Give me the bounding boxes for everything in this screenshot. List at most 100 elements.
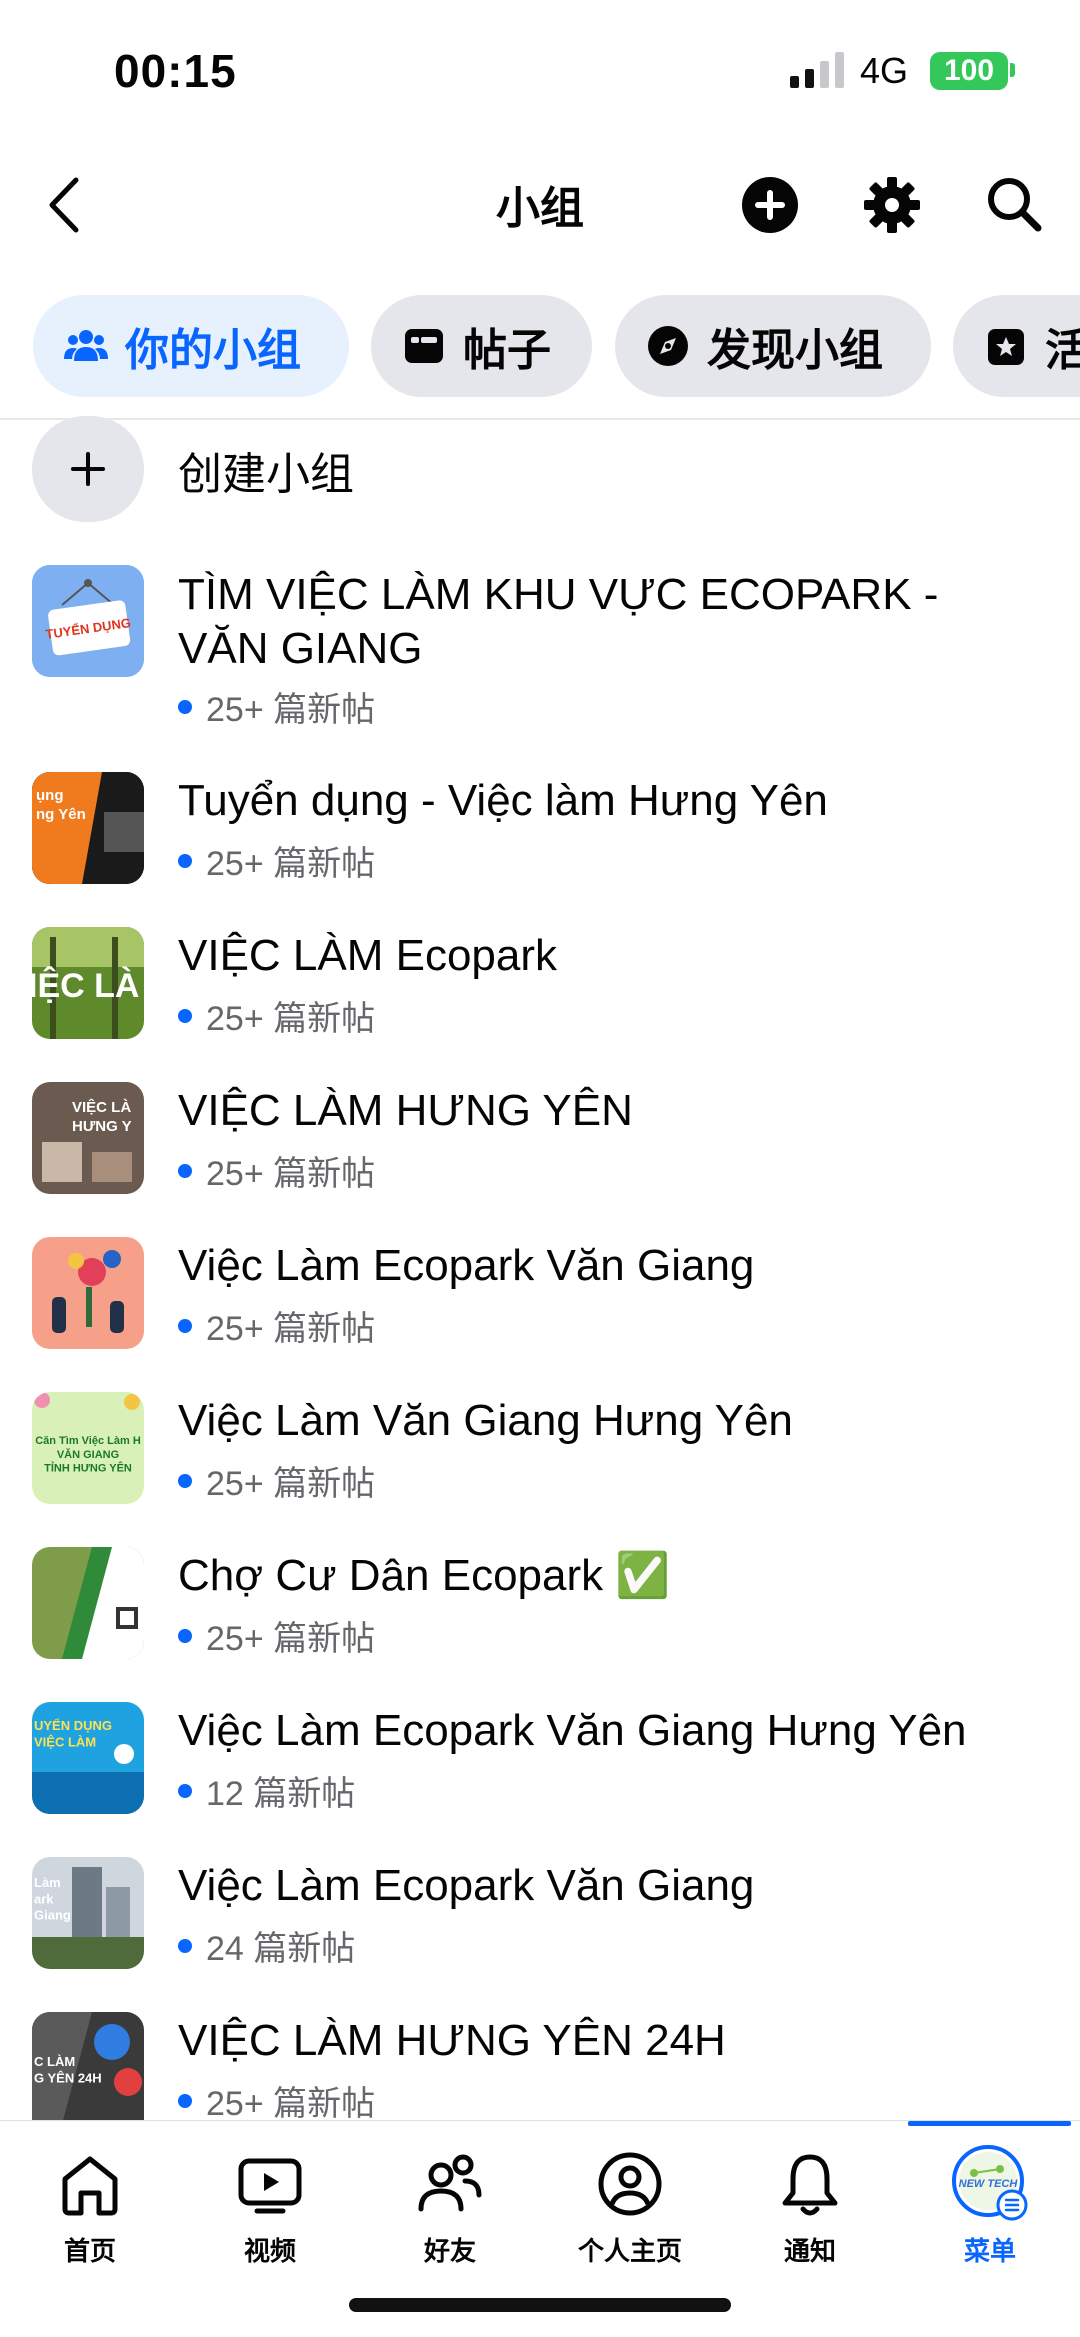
status-bar: 00:15 4G 100 bbox=[0, 0, 1080, 140]
unread-dot bbox=[178, 853, 192, 868]
create-group-row[interactable]: 创建小组 bbox=[0, 416, 1080, 522]
new-posts-count: 25+ 篇新帖 bbox=[178, 991, 375, 1040]
unread-dot bbox=[178, 1783, 192, 1798]
cellular-signal-icon bbox=[790, 52, 844, 88]
group-item[interactable]: Chợ Cư Dân Ecopark ✅ 25+ 篇新帖 bbox=[0, 1545, 1080, 1675]
unread-dot bbox=[178, 1628, 192, 1643]
thumb-text: IỆC LÀ bbox=[32, 967, 139, 1005]
nav-home[interactable]: 首页 bbox=[0, 2121, 180, 2321]
jobs-collage-image: VIỆC LÀ HƯNG Y bbox=[32, 1082, 144, 1194]
group-name: VIỆC LÀM HƯNG YÊN bbox=[178, 1086, 633, 1135]
group-thumbnail: C LÀM G YÊN 24H bbox=[32, 2012, 144, 2120]
posts-label: 25+ 篇新帖 bbox=[206, 1465, 376, 1503]
home-icon bbox=[62, 2156, 118, 2216]
tab-discover[interactable]: 发现小组 bbox=[615, 295, 931, 397]
group-tabs: 你的小组 帖子 发现小组 活 bbox=[0, 295, 1080, 397]
group-thumbnail: ụng ng Yên bbox=[32, 772, 144, 884]
avatar-text: NEW TECH bbox=[959, 2178, 1019, 2190]
market-image bbox=[32, 1547, 144, 1659]
posts-label: 25+ 篇新帖 bbox=[206, 1310, 376, 1348]
hiring-banner-image: ụng ng Yên bbox=[32, 772, 144, 884]
group-item[interactable]: Việc Làm Ecopark Văn Giang 25+ 篇新帖 bbox=[0, 1235, 1080, 1365]
group-thumbnail: Làm ark Giang bbox=[32, 1857, 144, 1969]
bell-icon bbox=[782, 2154, 838, 2216]
group-item[interactable]: C LÀM G YÊN 24H VIỆC LÀM HƯNG YÊN 24H 25+… bbox=[0, 2010, 1080, 2120]
new-posts-count: 25+ 篇新帖 bbox=[178, 2076, 375, 2120]
group-thumbnail: VIỆC LÀ HƯNG Y bbox=[32, 1082, 144, 1194]
nav-notifications[interactable]: 通知 bbox=[720, 2121, 900, 2321]
tab-your-groups[interactable]: 你的小组 bbox=[33, 295, 349, 397]
unread-dot bbox=[178, 699, 192, 714]
unread-dot bbox=[178, 2093, 192, 2108]
group-thumbnail bbox=[32, 1237, 144, 1349]
video-icon bbox=[238, 2158, 302, 2214]
nav-label: 菜单 bbox=[963, 2236, 1016, 2266]
status-time: 00:15 bbox=[114, 45, 237, 97]
gear-icon[interactable] bbox=[857, 170, 927, 240]
group-name: Việc Làm Ecopark Văn Giang bbox=[178, 1241, 755, 1290]
posts-label: 25+ 篇新帖 bbox=[206, 2085, 376, 2120]
group-thumbnail bbox=[32, 1547, 144, 1659]
group-item[interactable]: UYỂN DỤNG VIỆC LÀM Việc Làm Ecopark Văn G… bbox=[0, 1700, 1080, 1830]
group-item[interactable]: VIỆC LÀ HƯNG Y VIỆC LÀM HƯNG YÊN 25+ 篇新帖 bbox=[0, 1080, 1080, 1210]
group-name: VIỆC LÀM HƯNG YÊN 24H bbox=[178, 2016, 726, 2065]
unread-dot bbox=[178, 1163, 192, 1178]
posts-label: 24 篇新帖 bbox=[206, 1930, 356, 1968]
posts-label: 12 篇新帖 bbox=[206, 1775, 356, 1813]
new-posts-count: 12 篇新帖 bbox=[178, 1766, 355, 1815]
people-icon bbox=[64, 330, 108, 361]
create-group-button[interactable] bbox=[32, 416, 144, 522]
flyer-image: Căn Tìm Việc Làm H VĂN GIANG TỈNH HƯNG YÊN bbox=[32, 1392, 144, 1504]
group-name: Việc Làm Ecopark Văn Giang bbox=[178, 1861, 755, 1910]
unread-dot bbox=[178, 1008, 192, 1023]
unread-dot bbox=[178, 1318, 192, 1333]
profile-avatar-menu-icon: NEW TECH bbox=[952, 2145, 1028, 2221]
nav-friends[interactable]: 好友 bbox=[360, 2121, 540, 2321]
group-item[interactable]: IỆC LÀ VIỆC LÀM Ecopark 25+ 篇新帖 bbox=[0, 925, 1080, 1055]
nav-video[interactable]: 视频 bbox=[180, 2121, 360, 2321]
new-posts-count: 25+ 篇新帖 bbox=[178, 1456, 375, 1505]
profile-icon bbox=[598, 2152, 662, 2216]
posts-label: 25+ 篇新帖 bbox=[206, 845, 376, 883]
jobs-24h-image: C LÀM G YÊN 24H bbox=[32, 2012, 144, 2120]
nav-profile[interactable]: 个人主页 bbox=[540, 2121, 720, 2321]
home-indicator[interactable] bbox=[349, 2298, 731, 2312]
group-name: Tuyển dụng - Việc làm Hưng Yên bbox=[178, 776, 828, 825]
tab-label: 帖子 bbox=[463, 326, 551, 375]
new-posts-count: 25+ 篇新帖 bbox=[178, 1301, 375, 1350]
nav-label: 视频 bbox=[243, 2236, 296, 2266]
group-name: Việc Làm Văn Giang Hưng Yên bbox=[178, 1396, 793, 1445]
group-item[interactable]: Căn Tìm Việc Làm H VĂN GIANG TỈNH HƯNG YÊN… bbox=[0, 1390, 1080, 1520]
nav-label: 通知 bbox=[783, 2236, 836, 2266]
posts-label: 25+ 篇新帖 bbox=[206, 691, 376, 729]
add-circle-icon[interactable] bbox=[735, 170, 805, 240]
nav-menu[interactable]: NEW TECH 菜单 bbox=[900, 2121, 1080, 2321]
battery-cap bbox=[1010, 63, 1015, 77]
plus-icon bbox=[71, 452, 105, 486]
unread-dot bbox=[178, 1473, 192, 1488]
posts-label: 25+ 篇新帖 bbox=[206, 1620, 376, 1658]
park-image: IỆC LÀ bbox=[32, 927, 144, 1039]
nav-label: 首页 bbox=[63, 2236, 116, 2266]
group-item[interactable]: TUYỂN DỤNG TÌM VIỆC LÀM KHU VỰC ECOPARK … bbox=[0, 560, 1080, 740]
search-icon[interactable] bbox=[980, 170, 1050, 240]
friends-icon bbox=[418, 2154, 482, 2212]
group-item[interactable]: Làm ark Giang Việc Làm Ecopark Văn Giang 2… bbox=[0, 1855, 1080, 1985]
group-name: Việc Làm Ecopark Văn Giang Hưng Yên bbox=[178, 1706, 967, 1755]
new-posts-count: 24 篇新帖 bbox=[178, 1921, 355, 1970]
hiring-poster-image: UYỂN DỤNG VIỆC LÀM bbox=[32, 1702, 144, 1814]
tab-posts[interactable]: 帖子 bbox=[371, 295, 592, 397]
battery-indicator: 100 bbox=[930, 52, 1008, 90]
tab-events[interactable]: 活 bbox=[953, 295, 1080, 397]
group-thumbnail: TUYỂN DỤNG bbox=[32, 565, 144, 677]
nav-label: 好友 bbox=[423, 2236, 476, 2266]
group-name: Chợ Cư Dân Ecopark ✅ bbox=[178, 1551, 671, 1600]
group-item[interactable]: ụng ng Yên Tuyển dụng - Việc làm Hưng Yên… bbox=[0, 770, 1080, 900]
posts-label: 25+ 篇新帖 bbox=[206, 1000, 376, 1038]
group-thumbnail: IỆC LÀ bbox=[32, 927, 144, 1039]
building-image: Làm ark Giang bbox=[32, 1857, 144, 1969]
group-thumbnail: UYỂN DỤNG VIỆC LÀM bbox=[32, 1702, 144, 1814]
tab-label: 你的小组 bbox=[125, 326, 301, 375]
group-name: TÌM VIỆC LÀM KHU VỰC ECOPARK - VĂN GIANG bbox=[178, 570, 939, 673]
compass-icon bbox=[648, 326, 688, 366]
